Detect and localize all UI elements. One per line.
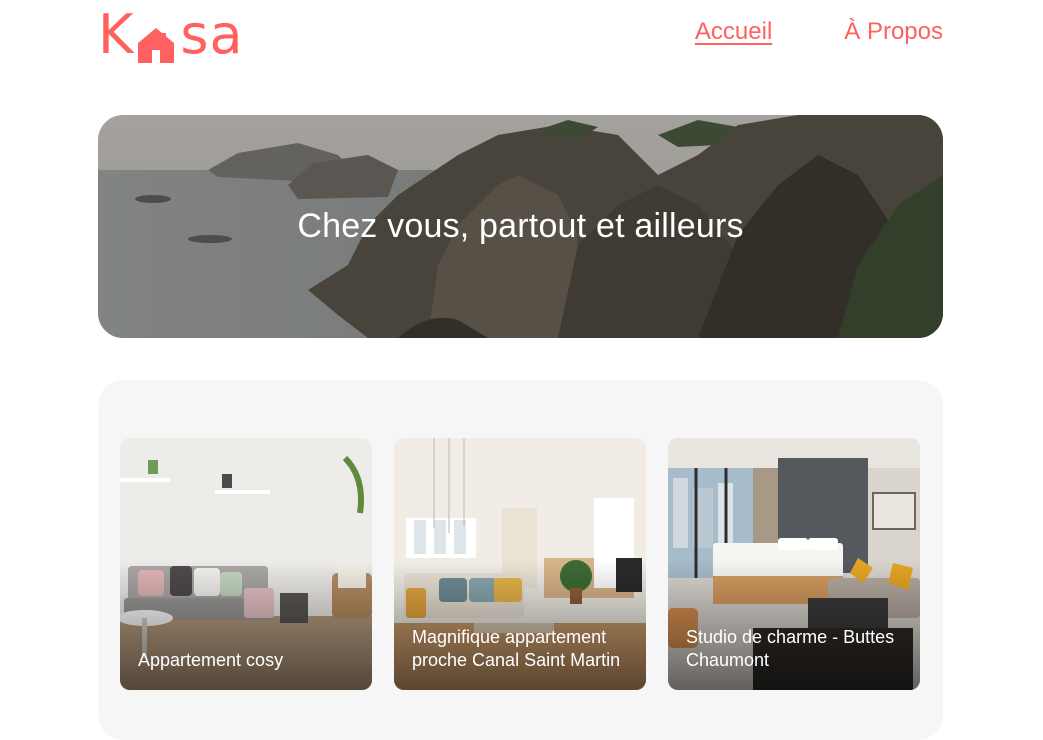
listing-card[interactable]: Magnifique appartement proche Canal Sain… [394,438,646,690]
nav-link-about[interactable]: À Propos [844,18,943,46]
listing-title: Studio de charme - Buttes Chaumont [686,627,895,670]
nav-link-home[interactable]: Accueil [695,18,772,46]
main-nav: Accueil À Propos [695,18,943,46]
listing-title: Appartement cosy [138,650,284,670]
listings-gallery: Appartement cosy Magnifique appartement … [98,380,943,740]
kasa-logo[interactable]: K sa [98,3,244,66]
banner-title: Chez vous, partout et ailleurs [297,207,744,245]
listing-title: Magnifique appartement proche Canal Sain… [412,627,621,670]
logo-letter-k: K [98,3,135,66]
house-icon [135,20,177,63]
hero-banner: Chez vous, partout et ailleurs [98,115,943,338]
logo-letters-sa: sa [180,3,244,66]
listing-card[interactable]: Appartement cosy [120,438,372,690]
site-header: K sa Accueil À Propos [98,0,943,70]
listing-card[interactable]: Studio de charme - Buttes Chaumont [668,438,920,690]
